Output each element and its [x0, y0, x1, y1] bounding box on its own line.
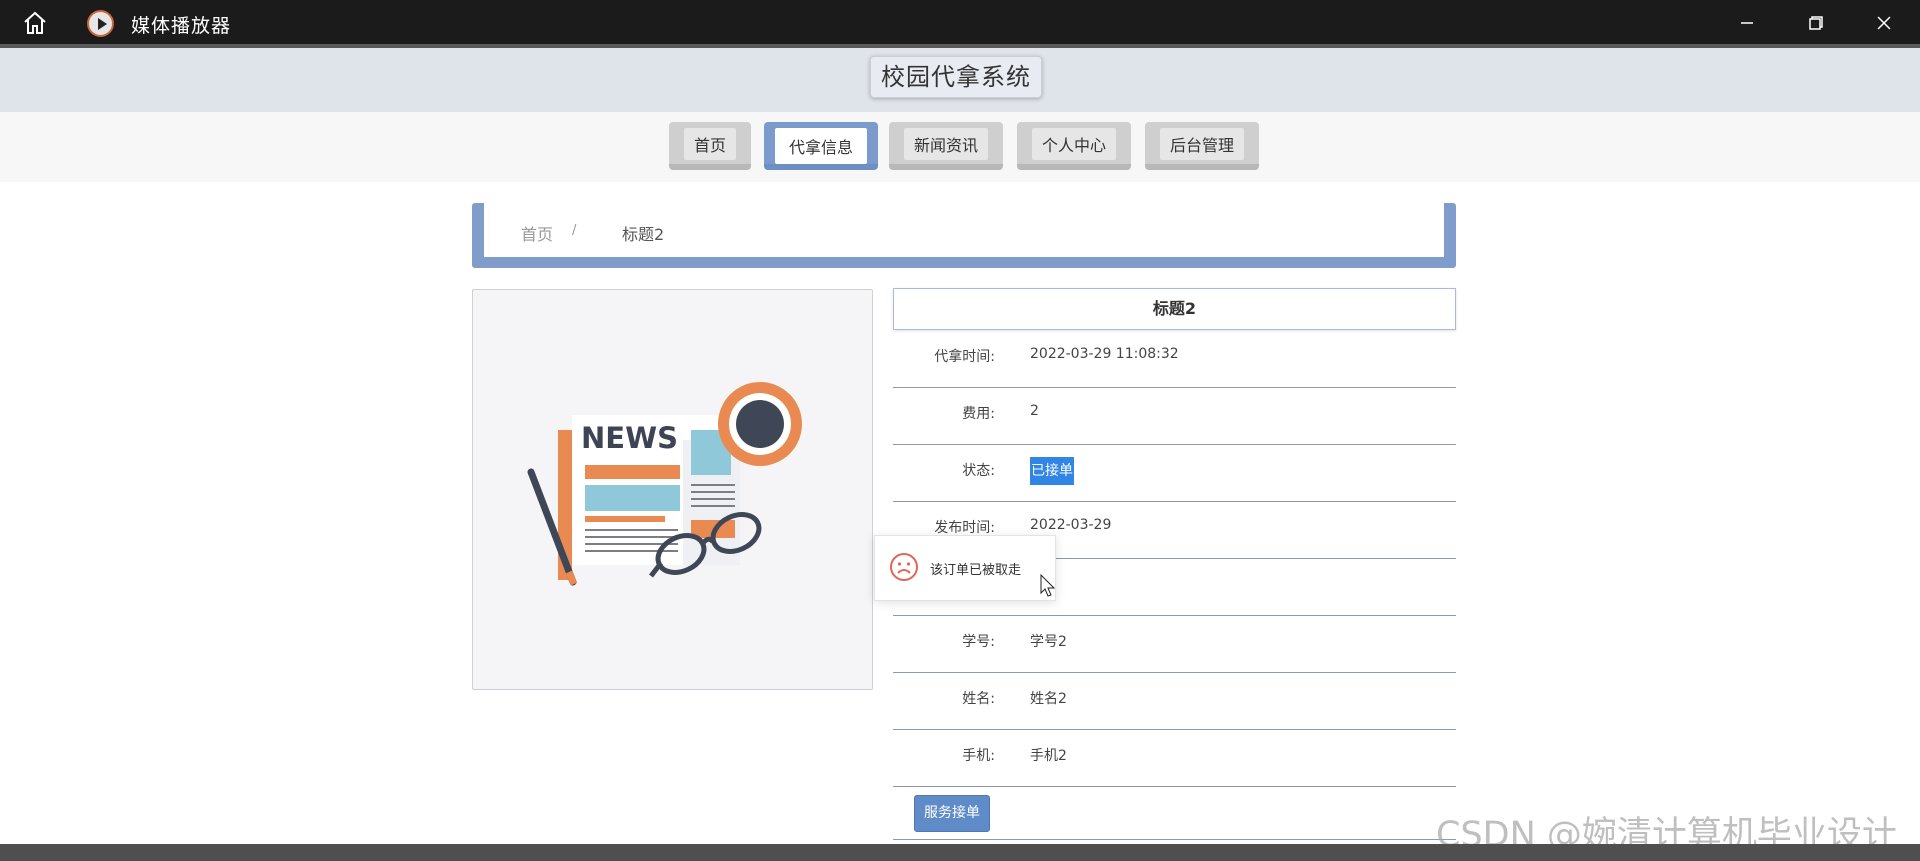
- mouse-cursor-icon: [1040, 574, 1056, 597]
- app-title: 媒体播放器: [131, 15, 232, 37]
- row-value: 手机2: [1030, 748, 1067, 764]
- nav-label: 新闻资讯: [903, 128, 988, 160]
- window-titlebar: 媒体播放器: [0, 0, 1920, 44]
- restore-icon[interactable]: [1801, 8, 1831, 38]
- row-divider: [893, 839, 1456, 840]
- breadcrumb-inner: 首页 / 标题2: [484, 203, 1444, 257]
- row-value: 学号2: [1030, 634, 1067, 650]
- row-label: 学号:: [962, 634, 995, 650]
- row-label: 代拿时间:: [934, 349, 995, 365]
- breadcrumb-current: 标题2: [622, 225, 665, 244]
- detail-row-fee: 费用: 2: [893, 387, 1456, 445]
- row-value: 2022-03-29: [1030, 517, 1112, 533]
- nav-home[interactable]: 首页: [669, 122, 751, 170]
- detail-row-student-id: 学号: 学号2: [893, 615, 1456, 673]
- minimize-icon[interactable]: [1732, 8, 1762, 38]
- breadcrumb-separator: /: [572, 223, 577, 238]
- sad-face-icon: [890, 553, 918, 581]
- row-value: 已接单: [1030, 457, 1074, 485]
- toast-message: 该订单已被取走: [874, 535, 1056, 601]
- news-heading-text: NEWS: [581, 421, 678, 455]
- status-badge: 已接单: [1030, 457, 1074, 485]
- home-icon[interactable]: [22, 10, 48, 36]
- nav-label: 后台管理: [1159, 128, 1244, 160]
- row-label: 状态:: [962, 463, 995, 479]
- newspaper-illustration: NEWS: [527, 382, 802, 586]
- play-icon: [87, 10, 114, 37]
- main-nav: 首页 代拿信息 新闻资讯 个人中心 后台管理: [0, 112, 1920, 182]
- row-label: 姓名:: [962, 691, 995, 707]
- breadcrumb: 首页 / 标题2: [472, 203, 1456, 268]
- detail-row-phone: 手机: 手机2: [893, 729, 1456, 787]
- taskbar-strip: [0, 844, 1920, 861]
- detail-title: 标题2: [893, 288, 1456, 330]
- detail-row-name: 姓名: 姓名2: [893, 672, 1456, 730]
- close-icon[interactable]: [1869, 8, 1899, 38]
- nav-label: 代拿信息: [774, 128, 867, 164]
- row-value: 2022-03-29 11:08:32: [1030, 346, 1179, 362]
- row-label: 发布时间:: [934, 520, 995, 536]
- row-value: 姓名2: [1030, 691, 1067, 707]
- nav-label: 个人中心: [1031, 128, 1116, 160]
- nav-news[interactable]: 新闻资讯: [889, 122, 1003, 170]
- nav-pickup-info[interactable]: 代拿信息: [764, 122, 878, 170]
- site-title: 校园代拿系统: [870, 56, 1042, 98]
- toast-text: 该订单已被取走: [930, 563, 1022, 578]
- nav-admin[interactable]: 后台管理: [1145, 122, 1259, 170]
- detail-row-pickup-time: 代拿时间: 2022-03-29 11:08:32: [893, 330, 1456, 388]
- detail-row-status: 状态: 已接单: [893, 444, 1456, 502]
- accept-order-button[interactable]: 服务接单: [914, 795, 990, 832]
- site-header: 校园代拿系统: [0, 48, 1920, 112]
- row-value: 2: [1030, 403, 1039, 419]
- nav-label: 首页: [683, 128, 736, 160]
- row-label: 费用:: [962, 406, 995, 422]
- news-image: NEWS: [472, 289, 873, 690]
- breadcrumb-home-link[interactable]: 首页: [521, 221, 553, 245]
- row-label: 手机:: [962, 748, 995, 764]
- nav-personal-center[interactable]: 个人中心: [1017, 122, 1131, 170]
